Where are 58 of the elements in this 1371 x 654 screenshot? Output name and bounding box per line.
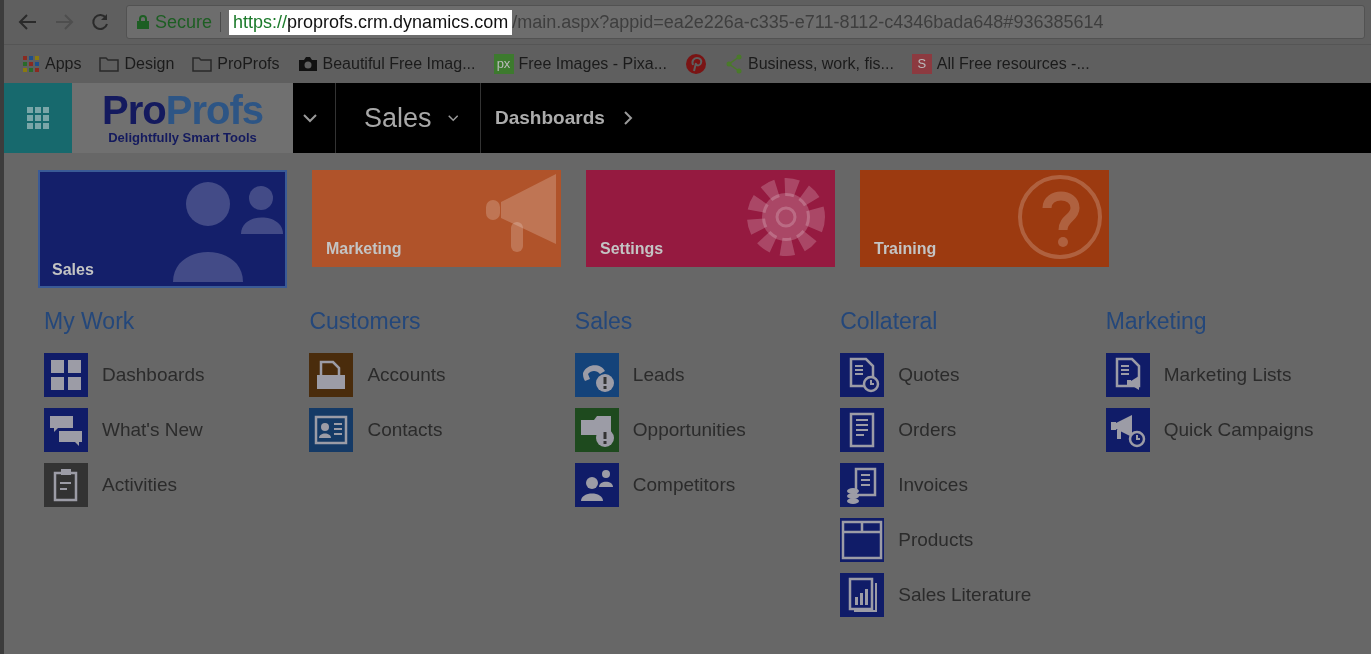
group-heading: My Work: [44, 308, 136, 335]
bookmark[interactable]: Beautiful Free Imag...: [297, 55, 476, 73]
folder-icon: [192, 56, 213, 72]
area-tile[interactable]: Marketing: [312, 170, 561, 267]
folder-icon: [99, 56, 120, 72]
group-heading: Customers: [309, 308, 422, 335]
nav-item[interactable]: Sales Literature: [840, 573, 1106, 617]
group-heading: Marketing: [1105, 308, 1208, 335]
chevron-down-icon: [447, 113, 458, 123]
nav-item[interactable]: Leads: [574, 353, 841, 397]
nav-item[interactable]: Products: [840, 518, 1106, 562]
logo-wordmark: ProProfs: [102, 91, 263, 128]
bookmark[interactable]: px Free Images - Pixa...: [493, 54, 667, 74]
nav-item[interactable]: Contacts: [309, 408, 575, 452]
pin-logo-icon[interactable]: [685, 53, 707, 75]
nav-item[interactable]: Competitors: [574, 463, 841, 507]
nav-item[interactable]: Dashboards: [44, 353, 310, 397]
group-heading: Sales: [574, 308, 634, 335]
nav-item[interactable]: What's New: [44, 408, 310, 452]
tile-label: Training: [874, 240, 937, 258]
bookmark[interactable]: Business, work, fis...: [725, 54, 894, 74]
area-selector[interactable]: Sales: [335, 83, 481, 153]
waffle-icon: [27, 107, 49, 129]
tile-label: Settings: [600, 240, 664, 258]
group-heading: Collateral: [840, 308, 939, 335]
area-tile[interactable]: Training: [860, 170, 1109, 267]
app-launcher-button[interactable]: [4, 83, 72, 153]
site-badge: S: [911, 54, 932, 74]
nav-item[interactable]: Orders: [840, 408, 1106, 452]
nav-item[interactable]: Quick Campaigns: [1105, 408, 1371, 452]
logo-tagline: Delightfully Smart Tools: [108, 129, 257, 145]
area-tile[interactable]: Settings: [586, 170, 835, 267]
question-icon: [1015, 172, 1105, 262]
back-icon[interactable]: [18, 12, 38, 32]
bookmark[interactable]: S All Free resources -...: [911, 54, 1090, 74]
bookmark[interactable]: Apps: [22, 55, 82, 73]
site-badge: px: [493, 54, 514, 74]
area-tile[interactable]: Sales: [38, 170, 287, 288]
security-label: Secure: [155, 11, 213, 33]
tile-label: Sales: [52, 261, 94, 279]
tile-label: Marketing: [326, 240, 402, 258]
nav-item[interactable]: Marketing Lists: [1105, 353, 1371, 397]
share-icon: [725, 54, 743, 74]
nav-item[interactable]: Invoices: [840, 463, 1106, 507]
breadcrumb-link[interactable]: Dashboards: [481, 83, 633, 153]
chevron-down-icon[interactable]: [303, 113, 317, 123]
apps-grid-icon: [22, 55, 40, 73]
bookmark[interactable]: ProProfs: [192, 55, 280, 73]
url-host: https://proprofs.crm.dynamics.com: [229, 9, 513, 35]
chevron-right-icon: [622, 110, 633, 126]
camera-icon: [297, 56, 318, 72]
nav-item[interactable]: Activities: [44, 463, 310, 507]
bookmark[interactable]: Design: [99, 55, 175, 73]
nav-item[interactable]: Opportunities: [574, 408, 841, 452]
reload-icon[interactable]: [90, 12, 110, 32]
lock-icon: [137, 15, 149, 29]
nav-item[interactable]: Accounts: [309, 353, 575, 397]
nav-item[interactable]: Quotes: [840, 353, 1106, 397]
